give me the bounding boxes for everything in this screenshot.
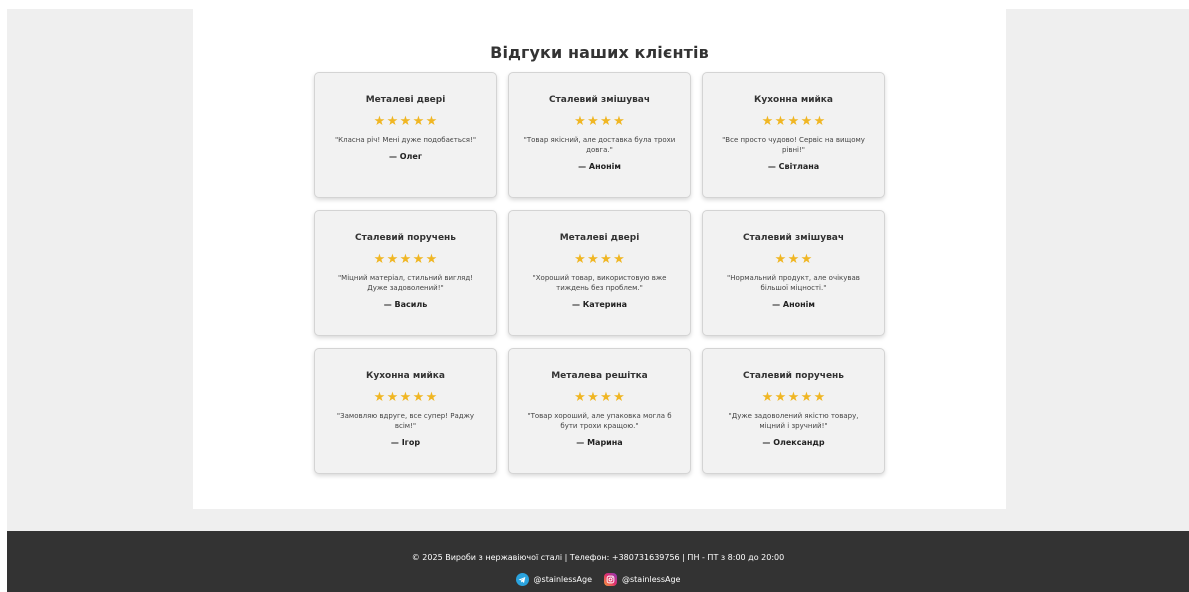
star-icon: ★ xyxy=(412,114,425,129)
review-text: "Хороший товар, використовую вже тиждень… xyxy=(532,274,667,292)
review-product: Сталевий змішувач xyxy=(548,95,651,105)
review-product: Кухонна мийка xyxy=(365,371,445,381)
review-card: Кухонна мийка ★★★★★ "Замовляю вдруге, вс… xyxy=(314,348,497,474)
star-icon: ★ xyxy=(761,114,774,129)
star-icon: ★ xyxy=(787,252,800,267)
review-card: Металеві двері ★★★★ "Хороший товар, вико… xyxy=(508,210,691,336)
star-icon: ★ xyxy=(774,114,787,129)
star-rating: ★★★★ xyxy=(518,391,681,405)
star-rating: ★★★★★ xyxy=(712,115,875,129)
review-product: Металеві двері xyxy=(365,95,446,105)
star-icon: ★ xyxy=(425,114,438,129)
star-icon: ★ xyxy=(761,390,774,405)
review-text: "Товар хороший, але упаковка могла б бут… xyxy=(527,412,672,430)
review-text: "Класна річ! Мені дуже подобається!" xyxy=(334,136,477,144)
instagram-link[interactable]: @stainlessAge xyxy=(604,573,680,586)
star-icon: ★ xyxy=(574,114,586,129)
site-footer: © 2025 Вироби з нержавіючої сталі | Теле… xyxy=(7,531,1189,592)
review-author: — Анонім xyxy=(772,300,815,309)
star-icon: ★ xyxy=(399,390,412,405)
star-icon: ★ xyxy=(399,252,412,267)
star-icon: ★ xyxy=(373,252,386,267)
review-product: Сталевий змішувач xyxy=(742,233,845,243)
reviews-grid: Металеві двері ★★★★★ "Класна річ! Мені д… xyxy=(314,72,885,474)
review-author: — Марина xyxy=(576,438,623,447)
telegram-label: @stainlessAge xyxy=(533,575,592,584)
review-card: Металеві двері ★★★★★ "Класна річ! Мені д… xyxy=(314,72,497,198)
section-title: Відгуки наших клієнтів xyxy=(490,43,709,62)
star-icon: ★ xyxy=(587,390,599,405)
review-author: — Олександр xyxy=(762,438,825,447)
star-icon: ★ xyxy=(600,390,612,405)
star-icon: ★ xyxy=(813,390,826,405)
star-icon: ★ xyxy=(774,252,787,267)
star-icon: ★ xyxy=(787,390,800,405)
star-icon: ★ xyxy=(587,252,599,267)
star-rating: ★★★★ xyxy=(518,115,681,129)
star-rating: ★★★★★ xyxy=(324,115,487,129)
star-icon: ★ xyxy=(412,390,425,405)
instagram-label: @stainlessAge xyxy=(622,575,681,584)
star-rating: ★★★ xyxy=(712,253,875,267)
star-icon: ★ xyxy=(613,252,625,267)
review-product: Металева решітка xyxy=(551,371,648,381)
star-icon: ★ xyxy=(386,390,399,405)
review-card: Кухонна мийка ★★★★★ "Все просто чудово! … xyxy=(702,72,885,198)
star-icon: ★ xyxy=(600,252,612,267)
star-rating: ★★★★★ xyxy=(324,391,487,405)
star-icon: ★ xyxy=(574,390,586,405)
reviews-section: Відгуки наших клієнтів Металеві двері ★★… xyxy=(193,9,1006,509)
star-icon: ★ xyxy=(774,390,787,405)
star-icon: ★ xyxy=(800,252,813,267)
telegram-icon xyxy=(515,573,529,586)
review-card: Сталевий змішувач ★★★ "Нормальний продук… xyxy=(702,210,885,336)
review-author: — Анонім xyxy=(578,162,621,171)
review-text: "Все просто чудово! Сервіс на вищому рів… xyxy=(722,136,865,154)
review-text: "Товар якісний, але доставка була трохи … xyxy=(523,136,676,154)
star-icon: ★ xyxy=(425,390,438,405)
review-product: Металеві двері xyxy=(559,233,640,243)
review-author: — Світлана xyxy=(767,162,820,171)
review-text: "Міцний матеріал, стильний вигляд! Дуже … xyxy=(337,274,474,292)
telegram-link[interactable]: @stainlessAge xyxy=(515,573,592,586)
footer-contact-text: © 2025 Вироби з нержавіючої сталі | Теле… xyxy=(411,553,785,562)
star-icon: ★ xyxy=(425,252,438,267)
star-icon: ★ xyxy=(412,252,425,267)
star-icon: ★ xyxy=(613,114,625,129)
review-text: "Дуже задоволений якістю товару, міцний … xyxy=(728,412,859,430)
review-card: Сталевий поручень ★★★★★ "Міцний матеріал… xyxy=(314,210,497,336)
review-product: Сталевий поручень xyxy=(355,233,456,243)
star-icon: ★ xyxy=(587,114,599,129)
star-icon: ★ xyxy=(386,114,399,129)
review-card: Сталевий змішувач ★★★★ "Товар якісний, а… xyxy=(508,72,691,198)
review-author: — Ігор xyxy=(390,438,421,447)
star-icon: ★ xyxy=(574,252,586,267)
social-links: @stainlessAge @stainlessAge xyxy=(7,573,1189,586)
star-icon: ★ xyxy=(373,390,386,405)
review-text: "Нормальний продукт, але очікував більшо… xyxy=(727,274,860,292)
star-icon: ★ xyxy=(386,252,399,267)
review-product: Сталевий поручень xyxy=(743,371,844,381)
star-icon: ★ xyxy=(813,114,826,129)
review-author: — Василь xyxy=(383,300,428,309)
review-text: "Замовляю вдруге, все супер! Раджу всім!… xyxy=(336,412,475,430)
star-icon: ★ xyxy=(373,114,386,129)
star-icon: ★ xyxy=(600,114,612,129)
review-author: — Олег xyxy=(388,152,423,161)
star-rating: ★★★★ xyxy=(518,253,681,267)
star-rating: ★★★★★ xyxy=(712,391,875,405)
review-author: — Катерина xyxy=(571,300,628,309)
star-icon: ★ xyxy=(399,114,412,129)
star-icon: ★ xyxy=(787,114,800,129)
star-rating: ★★★★★ xyxy=(324,253,487,267)
instagram-icon xyxy=(604,573,617,586)
star-icon: ★ xyxy=(800,114,813,129)
review-product: Кухонна мийка xyxy=(753,95,833,105)
review-card: Металева решітка ★★★★ "Товар хороший, ал… xyxy=(508,348,691,474)
star-icon: ★ xyxy=(800,390,813,405)
star-icon: ★ xyxy=(613,390,625,405)
review-card: Сталевий поручень ★★★★★ "Дуже задоволени… xyxy=(702,348,885,474)
